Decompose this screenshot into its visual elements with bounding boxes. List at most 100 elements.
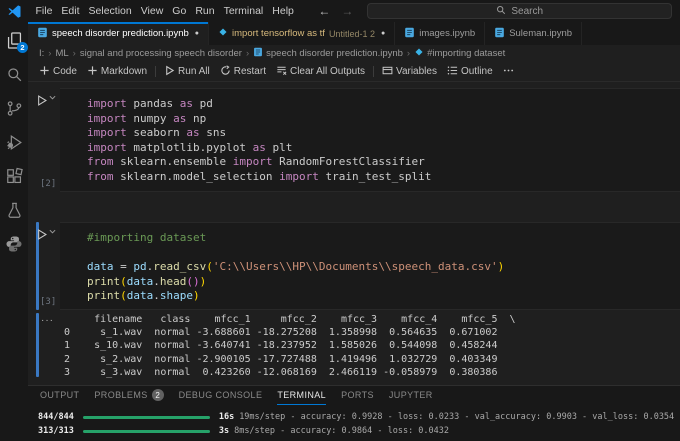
outline-icon — [447, 65, 458, 79]
variables-icon — [382, 65, 393, 79]
diamond-icon — [414, 47, 424, 60]
source-control-icon[interactable] — [2, 95, 26, 121]
menu-selection[interactable]: Selection — [84, 0, 136, 22]
menu-go[interactable]: Go — [168, 0, 191, 22]
tab-images-ipynb[interactable]: images.ipynb — [395, 22, 486, 45]
restart-button[interactable]: Restart — [215, 62, 271, 81]
code-line: import pandas as pd — [87, 97, 213, 110]
tab-import-tensorflow-as-tf[interactable]: import tensorflow as tf Untitled-1 2 ● — [209, 22, 396, 45]
menu-bar: File Edit Selection View Go Run Terminal Help — [31, 0, 298, 22]
step-time: 16s — [218, 412, 235, 422]
tab-speech-disorder-prediction-ipynb[interactable]: speech disorder prediction.ipynb ● — [28, 22, 210, 45]
clear-icon — [276, 65, 287, 79]
panel-tab-debug-console[interactable]: DEBUG CONSOLE — [179, 386, 263, 405]
panel-tab-problems[interactable]: PROBLEMS 2 — [94, 386, 164, 405]
progress-bar — [82, 415, 210, 419]
notebook-toolbar: Code Markdown Run All Restart Clear All Outp… — [28, 62, 680, 82]
modified-dot-icon: ● — [194, 30, 200, 37]
toolbar-separator — [373, 66, 375, 77]
output-collapse-button[interactable]: ··· — [41, 315, 54, 326]
tab-description: Untitled-1 2 — [328, 28, 375, 39]
run-cell-button[interactable] — [35, 228, 56, 241]
bottom-panel: OUTPUT PROBLEMS 2 DEBUG CONSOLE TERMINAL PORT… — [28, 385, 680, 441]
run-cell-button[interactable] — [35, 94, 56, 107]
menu-view[interactable]: View — [136, 0, 168, 22]
back-arrow-icon[interactable]: ← — [318, 0, 330, 22]
panel-tab-output[interactable]: OUTPUT — [40, 386, 79, 405]
more-button[interactable] — [498, 62, 519, 81]
search-input[interactable]: Search — [367, 3, 672, 19]
panel-tab-ports[interactable]: PORTS — [341, 386, 374, 405]
variables-button[interactable]: Variables — [377, 62, 442, 81]
testing-icon[interactable] — [2, 197, 26, 223]
run-debug-icon[interactable] — [2, 129, 26, 155]
modified-dot-icon: ● — [380, 30, 386, 37]
tab-label: import tensorflow as tf — [232, 28, 325, 39]
code-line: print(data.head()) — [87, 274, 207, 288]
forward-arrow-icon[interactable]: → — [341, 0, 353, 22]
code-cell[interactable]: import pandas as pd import numpy as np imp… — [60, 88, 680, 192]
vscode-window: File Edit Selection View Go Run Terminal Help ←… — [0, 0, 680, 441]
progress-count: 313/313 — [38, 426, 74, 436]
diamond-icon — [218, 27, 228, 40]
breadcrumb-importing-dataset[interactable]: #importing dataset — [414, 47, 505, 60]
tab-label: Suleman.ipynb — [509, 28, 573, 39]
outline-button[interactable]: Outline — [442, 62, 498, 81]
extensions-icon[interactable] — [2, 163, 26, 189]
add-icon — [87, 65, 98, 79]
step-time: 3s — [218, 426, 230, 436]
execution-count: [3] — [40, 297, 57, 307]
run-all-button[interactable]: Run All — [159, 62, 215, 81]
chevron-separator: › — [406, 48, 411, 59]
add-icon — [39, 65, 50, 79]
title-bar: File Edit Selection View Go Run Terminal Help ←… — [0, 0, 680, 22]
code-line: import seaborn as sns — [87, 126, 227, 139]
markdown-button[interactable]: Markdown — [82, 62, 152, 81]
tab-suleman-ipynb[interactable]: Suleman.ipynb — [485, 22, 583, 45]
output-focus-bar — [36, 313, 39, 377]
breadcrumb-ml[interactable]: ML — [55, 48, 68, 59]
code-line: from sklearn.model_selection import trai… — [87, 169, 432, 183]
menu-run[interactable]: Run — [191, 0, 219, 22]
search-icon[interactable] — [2, 61, 26, 87]
panel-tab-jupyter[interactable]: JUPYTER — [389, 386, 433, 405]
code-button[interactable]: Code — [34, 62, 82, 81]
panel-tab-terminal[interactable]: TERMINAL — [277, 386, 327, 405]
code-cell[interactable]: #importing dataset data = pd.read_csv('C… — [60, 222, 680, 310]
run-icon — [164, 65, 175, 79]
python-icon[interactable] — [2, 231, 26, 257]
terminal-area[interactable]: 844/844 16s 19ms/step - accuracy: 0.9928 -… — [28, 405, 680, 438]
notebook-icon — [494, 27, 505, 41]
nav-arrows: ← → — [318, 0, 353, 22]
notebook-icon — [37, 27, 48, 41]
chevron-separator: › — [48, 48, 52, 59]
vscode-logo-icon — [7, 4, 22, 19]
tab-label: images.ipynb — [419, 28, 476, 39]
activity-badge: 2 — [17, 42, 28, 53]
clear-all-outputs-button[interactable]: Clear All Outputs — [271, 62, 370, 81]
menu-edit[interactable]: Edit — [57, 0, 84, 22]
cell-output-table: filename class mfcc_1 mfcc_2 mfcc_3 mfcc… — [64, 314, 516, 378]
breadcrumb-i[interactable]: I: — [39, 48, 44, 59]
breadcrumb-signal-and-processing-speech-disorder[interactable]: signal and processing speech disorder — [80, 48, 242, 59]
notebook-editor: import pandas as pd import numpy as np imp… — [28, 82, 680, 385]
notebook-icon — [404, 27, 415, 41]
execution-count: [2] — [40, 179, 57, 189]
menu-terminal[interactable]: Terminal — [219, 0, 268, 22]
editor-tab-bar: speech disorder prediction.ipynb ● import … — [28, 22, 680, 45]
breadcrumb-speech-disorder-prediction-ipynb[interactable]: speech disorder prediction.ipynb — [253, 47, 403, 60]
terminal-line: 844/844 16s 19ms/step - accuracy: 0.9928 -… — [38, 410, 680, 424]
breadcrumb: I: › ML › signal and processing speech disor… — [28, 45, 680, 62]
chevron-separator: › — [245, 48, 250, 59]
search-placeholder: Search — [511, 5, 544, 17]
toolbar-separator — [155, 66, 157, 77]
menu-help[interactable]: Help — [268, 0, 299, 22]
code-line: from sklearn.ensemble import RandomFores… — [87, 155, 425, 168]
metrics-text: 19ms/step - accuracy: 0.9928 - loss: 0.0… — [239, 412, 675, 422]
menu-file[interactable]: File — [31, 0, 57, 22]
progress-count: 844/844 — [38, 412, 74, 422]
search-icon — [496, 5, 506, 18]
explorer-icon[interactable]: 2 — [2, 27, 28, 53]
problems-badge: 2 — [151, 389, 164, 401]
